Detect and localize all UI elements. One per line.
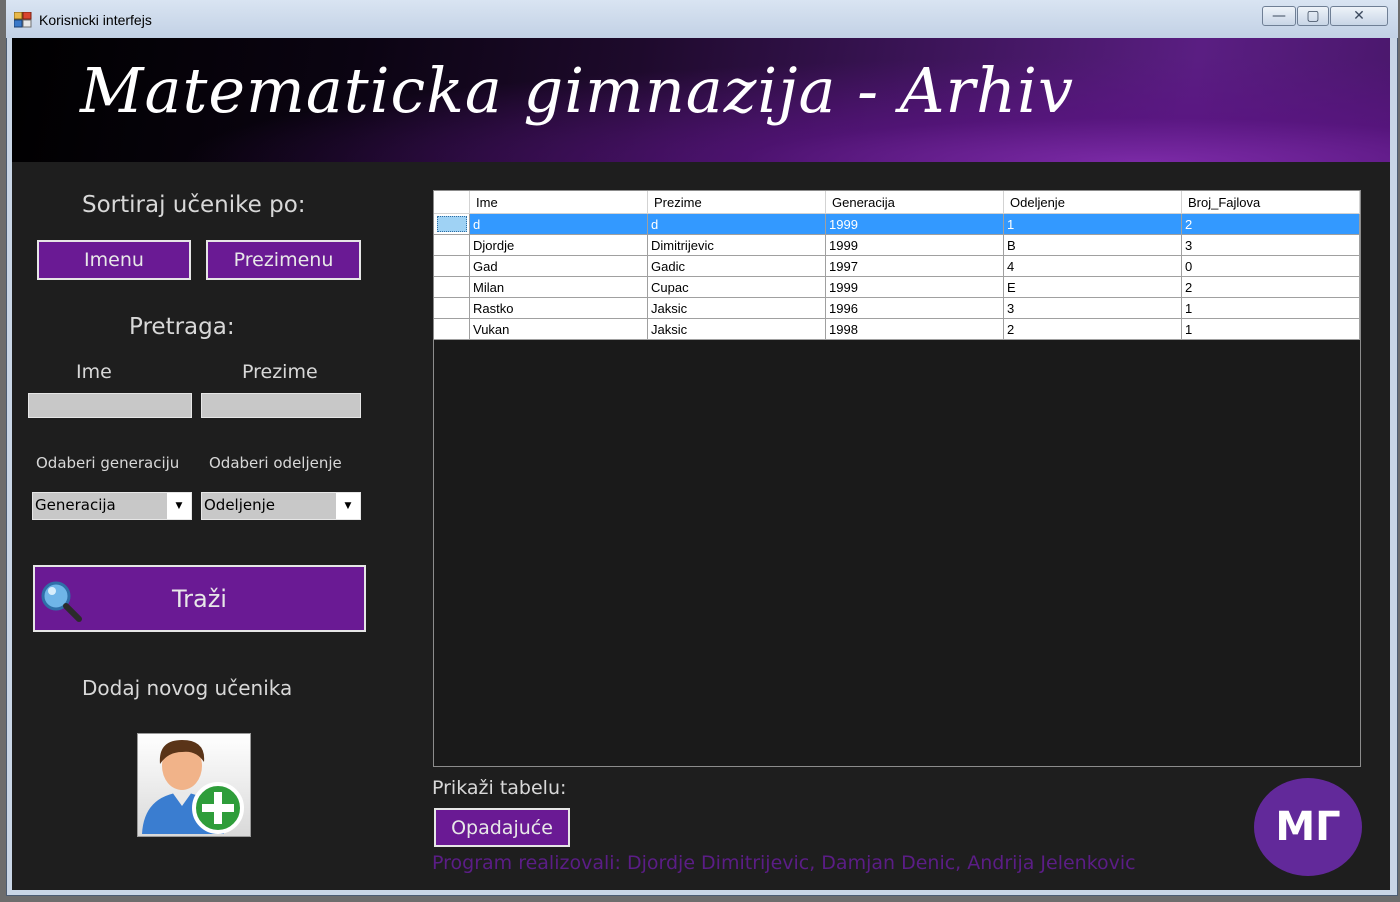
table-row[interactable]: Djordje Dimitrijevic 1999 B 3 bbox=[434, 234, 1360, 256]
sort-by-name-button[interactable]: Imenu bbox=[37, 240, 191, 280]
table-row[interactable]: Rastko Jaksic 1996 3 1 bbox=[434, 297, 1360, 319]
add-student-button[interactable] bbox=[137, 733, 251, 837]
column-header[interactable]: Odeljenje bbox=[1003, 191, 1182, 214]
column-header[interactable]: Broj_Fajlova bbox=[1181, 191, 1360, 214]
table-cell[interactable]: Milan bbox=[469, 276, 648, 298]
minimize-icon: — bbox=[1272, 8, 1286, 24]
add-user-icon bbox=[142, 740, 244, 834]
table-cell[interactable]: d bbox=[469, 213, 648, 235]
magnifier-icon bbox=[41, 581, 82, 622]
class-select-value: Odeljenje bbox=[204, 496, 276, 514]
minimize-button[interactable]: — bbox=[1262, 6, 1296, 26]
students-table[interactable]: Ime Prezime Generacija Odeljenje Broj_Fa… bbox=[434, 191, 1360, 340]
table-cell[interactable]: 1996 bbox=[825, 297, 1004, 319]
credits-text: Program realizovali: Djordje Dimitrijevi… bbox=[432, 852, 1136, 874]
column-header[interactable]: Generacija bbox=[825, 191, 1004, 214]
table-cell[interactable]: 1 bbox=[1181, 297, 1360, 319]
table-cell[interactable]: 3 bbox=[1003, 297, 1182, 319]
table-cell[interactable]: Gad bbox=[469, 255, 648, 277]
chevron-down-icon[interactable]: ▼ bbox=[167, 493, 191, 519]
title-bar[interactable] bbox=[6, 0, 1398, 38]
table-row[interactable]: Vukan Jaksic 1998 2 1 bbox=[434, 318, 1360, 340]
sort-heading: Sortiraj učenike po: bbox=[82, 192, 306, 218]
table-cell[interactable]: B bbox=[1003, 234, 1182, 256]
table-cell[interactable]: 2 bbox=[1003, 318, 1182, 340]
row-header[interactable] bbox=[434, 213, 470, 235]
generation-select[interactable]: Generacija ▼ bbox=[32, 492, 192, 520]
row-header[interactable] bbox=[434, 234, 470, 256]
row-header[interactable] bbox=[434, 297, 470, 319]
chevron-down-icon[interactable]: ▼ bbox=[336, 493, 360, 519]
app-icon bbox=[14, 12, 32, 28]
school-logo: МГ bbox=[1254, 778, 1362, 876]
surname-search-input[interactable] bbox=[201, 393, 361, 418]
table-cell[interactable]: E bbox=[1003, 276, 1182, 298]
add-student-heading: Dodaj novog učenika bbox=[82, 676, 293, 700]
row-header-corner bbox=[434, 191, 470, 214]
table-row[interactable]: Gad Gadic 1997 4 0 bbox=[434, 255, 1360, 277]
surname-label: Prezime bbox=[242, 361, 318, 383]
table-cell[interactable]: Gadic bbox=[647, 255, 826, 277]
table-cell[interactable]: 2 bbox=[1181, 276, 1360, 298]
row-header[interactable] bbox=[434, 276, 470, 298]
search-heading: Pretraga: bbox=[129, 314, 235, 340]
table-cell[interactable]: 1999 bbox=[825, 276, 1004, 298]
table-cell[interactable]: 0 bbox=[1181, 255, 1360, 277]
table-cell[interactable]: Djordje bbox=[469, 234, 648, 256]
class-select[interactable]: Odeljenje ▼ bbox=[201, 492, 361, 520]
generation-select-value: Generacija bbox=[35, 496, 116, 514]
table-row[interactable]: Milan Cupac 1999 E 2 bbox=[434, 276, 1360, 298]
row-header[interactable] bbox=[434, 255, 470, 277]
row-header[interactable] bbox=[434, 318, 470, 340]
table-cell[interactable]: Vukan bbox=[469, 318, 648, 340]
class-label: Odaberi odeljenje bbox=[209, 454, 342, 472]
table-cell[interactable]: 1999 bbox=[825, 234, 1004, 256]
banner-title: Matematicka gimnazija - Arhiv bbox=[80, 54, 1074, 127]
table-cell[interactable]: 1998 bbox=[825, 318, 1004, 340]
table-cell[interactable]: d bbox=[647, 213, 826, 235]
order-heading: Prikaži tabelu: bbox=[432, 777, 567, 799]
table-cell[interactable]: 1 bbox=[1003, 213, 1182, 235]
maximize-button[interactable]: ▢ bbox=[1297, 6, 1329, 26]
close-button[interactable]: ✕ bbox=[1330, 6, 1388, 26]
row-selector bbox=[437, 216, 467, 232]
column-header[interactable]: Prezime bbox=[647, 191, 826, 214]
table-header-row: Ime Prezime Generacija Odeljenje Broj_Fa… bbox=[434, 191, 1360, 214]
sort-order-button[interactable]: Opadajuće bbox=[434, 808, 570, 847]
close-icon: ✕ bbox=[1353, 8, 1365, 24]
table-cell[interactable]: 1997 bbox=[825, 255, 1004, 277]
table-cell[interactable]: 1 bbox=[1181, 318, 1360, 340]
search-button[interactable]: Traži bbox=[33, 565, 366, 632]
name-search-input[interactable] bbox=[28, 393, 192, 418]
name-label: Ime bbox=[76, 361, 112, 383]
table-cell[interactable]: Dimitrijevic bbox=[647, 234, 826, 256]
table-cell[interactable]: 4 bbox=[1003, 255, 1182, 277]
table-cell[interactable]: Jaksic bbox=[647, 318, 826, 340]
column-header[interactable]: Ime bbox=[469, 191, 648, 214]
window-title: Korisnicki interfejs bbox=[39, 12, 152, 28]
maximize-icon: ▢ bbox=[1306, 8, 1320, 24]
table-row[interactable]: d d 1999 1 2 bbox=[434, 213, 1360, 235]
table-cell[interactable]: 1999 bbox=[825, 213, 1004, 235]
sort-by-surname-button[interactable]: Prezimenu bbox=[206, 240, 361, 280]
search-button-label: Traži bbox=[172, 584, 227, 613]
table-cell[interactable]: 3 bbox=[1181, 234, 1360, 256]
table-cell[interactable]: 2 bbox=[1181, 213, 1360, 235]
generation-label: Odaberi generaciju bbox=[36, 454, 180, 472]
table-cell[interactable]: Jaksic bbox=[647, 297, 826, 319]
table-cell[interactable]: Rastko bbox=[469, 297, 648, 319]
table-cell[interactable]: Cupac bbox=[647, 276, 826, 298]
